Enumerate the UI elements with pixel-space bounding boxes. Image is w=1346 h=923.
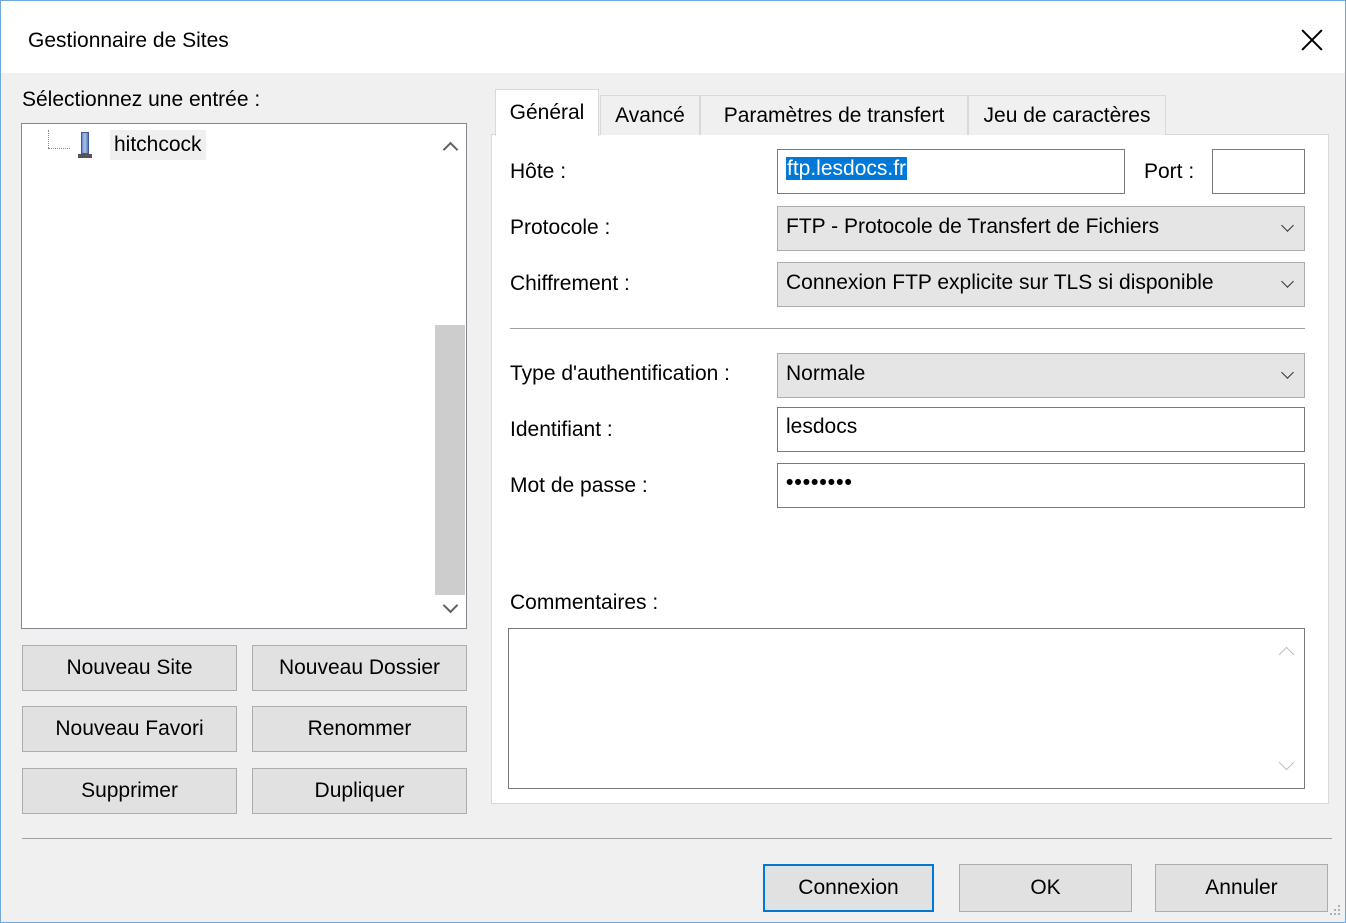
tab-advanced[interactable]: Avancé xyxy=(600,95,700,135)
scroll-down-icon[interactable] xyxy=(434,593,466,625)
chevron-down-icon xyxy=(1281,219,1294,232)
new-site-button[interactable]: Nouveau Site xyxy=(22,645,237,691)
auth-type-select[interactable]: Normale xyxy=(777,353,1305,398)
resize-grip-icon[interactable] xyxy=(1326,903,1342,919)
tab-charset[interactable]: Jeu de caractères xyxy=(968,95,1166,135)
title-bar: Gestionnaire de Sites xyxy=(1,1,1345,73)
chevron-down-icon xyxy=(1281,366,1294,379)
chevron-down-icon xyxy=(1281,275,1294,288)
delete-button[interactable]: Supprimer xyxy=(22,768,237,814)
scroll-up-icon xyxy=(1278,646,1295,663)
scroll-down-icon xyxy=(1278,754,1295,771)
port-input[interactable] xyxy=(1212,149,1305,194)
port-label: Port : xyxy=(1144,160,1195,183)
auth-type-value: Normale xyxy=(786,362,866,385)
scrollbar-thumb[interactable] xyxy=(435,325,465,595)
encryption-value: Connexion FTP explicite sur TLS si dispo… xyxy=(786,271,1214,294)
divider xyxy=(510,328,1305,329)
password-input[interactable]: •••••••• xyxy=(777,463,1305,508)
scroll-up-icon[interactable] xyxy=(434,131,466,163)
window-title: Gestionnaire de Sites xyxy=(28,29,229,52)
encryption-label: Chiffrement : xyxy=(510,272,630,295)
ok-button[interactable]: OK xyxy=(959,864,1132,912)
password-label: Mot de passe : xyxy=(510,474,648,497)
connect-button[interactable]: Connexion xyxy=(763,864,934,912)
tree-connector xyxy=(48,148,70,149)
select-entry-label: Sélectionnez une entrée : xyxy=(22,88,261,111)
tree-item-site[interactable]: hitchcock xyxy=(110,130,206,160)
protocol-label: Protocole : xyxy=(510,216,611,239)
rename-button[interactable]: Renommer xyxy=(252,706,467,752)
encryption-select[interactable]: Connexion FTP explicite sur TLS si dispo… xyxy=(777,262,1305,307)
tree-connector xyxy=(48,130,49,148)
user-label: Identifiant : xyxy=(510,418,613,441)
protocol-value: FTP - Protocole de Transfert de Fichiers xyxy=(786,215,1160,238)
comments-label: Commentaires : xyxy=(510,591,659,614)
close-icon[interactable] xyxy=(1297,25,1327,55)
protocol-select[interactable]: FTP - Protocole de Transfert de Fichiers xyxy=(777,206,1305,251)
tab-transfer-settings[interactable]: Paramètres de transfert xyxy=(700,95,968,135)
site-tree[interactable]: hitchcock xyxy=(21,123,467,629)
auth-type-label: Type d'authentification : xyxy=(510,362,730,385)
host-label: Hôte : xyxy=(510,160,567,183)
duplicate-button[interactable]: Dupliquer xyxy=(252,768,467,814)
tree-scrollbar[interactable] xyxy=(434,125,466,627)
host-value: ftp.lesdocs.fr xyxy=(786,157,908,180)
tab-general[interactable]: Général xyxy=(495,89,599,136)
new-folder-button[interactable]: Nouveau Dossier xyxy=(252,645,467,691)
new-bookmark-button[interactable]: Nouveau Favori xyxy=(22,706,237,752)
footer-divider xyxy=(22,838,1332,839)
comments-textarea[interactable] xyxy=(508,628,1305,789)
cancel-button[interactable]: Annuler xyxy=(1155,864,1328,912)
server-icon xyxy=(78,132,92,160)
user-input[interactable]: lesdocs xyxy=(777,407,1305,452)
host-input[interactable]: ftp.lesdocs.fr xyxy=(777,149,1125,194)
